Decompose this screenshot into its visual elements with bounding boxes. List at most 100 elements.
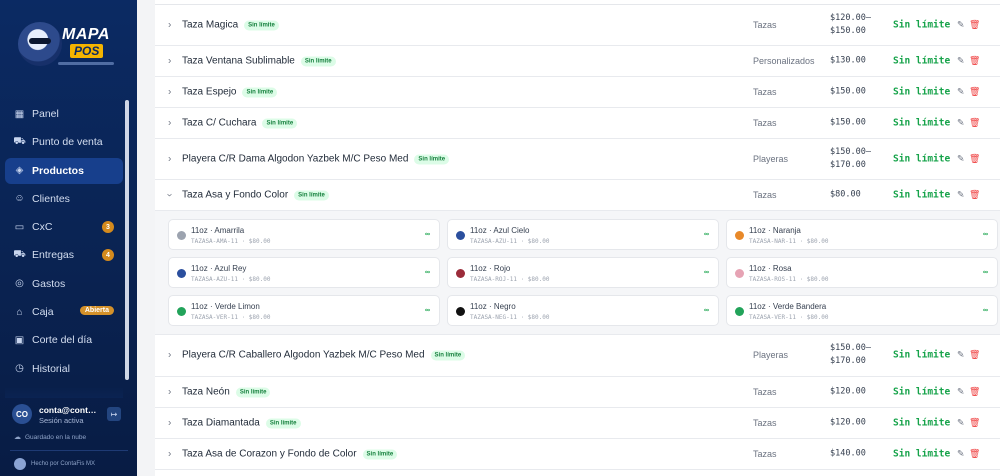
variant-color-swatch: [177, 231, 186, 240]
trash-icon[interactable]: 🗑: [969, 118, 980, 129]
edit-icon[interactable]: ✎: [957, 154, 965, 165]
logo-tagline-bar: [58, 62, 114, 65]
sidebar-divider: [10, 450, 128, 451]
edit-icon[interactable]: ✎: [957, 449, 965, 460]
footer-label: Hecho por ContaFis MX: [31, 461, 96, 467]
product-price: $120.00: [830, 417, 866, 428]
variant-color-swatch: [735, 269, 744, 278]
variant-card[interactable]: 11oz · Naranja TAZASA-NAR-11 · $80.00 ∞: [726, 219, 998, 250]
product-category: Tazas: [753, 449, 777, 459]
nav-fade: [5, 388, 123, 398]
trash-icon[interactable]: 🗑: [969, 56, 980, 67]
product-name-text: Playera C/R Caballero Algodon Yazbek M/C…: [182, 349, 425, 361]
variant-card[interactable]: 11oz · Azul Cielo TAZASA-AZU-11 · $80.00 ∞: [447, 219, 719, 250]
sidebar-item-label: Panel: [32, 108, 59, 120]
sidebar-item-label: Caja: [32, 306, 54, 319]
table-row[interactable]: › Playera C/R Caballero Algodon Yazbek M…: [155, 335, 1000, 377]
trash-icon[interactable]: 🗑: [969, 449, 980, 460]
edit-icon[interactable]: ✎: [957, 87, 965, 98]
variant-card[interactable]: 11oz · Verde Bandera TAZASA-VER-11 · $80.…: [726, 295, 998, 326]
sidebar-item-entregas[interactable]: ⛟ Entregas 4: [5, 242, 123, 268]
product-category: Tazas: [753, 418, 777, 428]
variant-card[interactable]: 11oz · Rosa TAZASA-ROS-11 · $80.00 ∞: [726, 257, 998, 288]
sidebar-item-label: Corte del día: [32, 334, 93, 347]
sidebar-item-corte-del-dia[interactable]: ▣ Corte del día: [5, 327, 123, 353]
trash-icon[interactable]: 🗑: [969, 20, 980, 31]
sidebar-item-panel[interactable]: ▦ Panel: [5, 101, 123, 127]
variant-sku: TAZASA-AMA-11 · $80.00: [191, 238, 271, 245]
table-row[interactable]: › Taza Ventana Sublimable Sin límite Pers…: [155, 46, 1000, 77]
sidebar-scrollbar[interactable]: [125, 100, 129, 380]
table-row[interactable]: › Taza Asa de Corazon y Fondo de Color Si…: [155, 439, 1000, 470]
chevron-right-icon[interactable]: ›: [168, 387, 171, 398]
chevron-right-icon[interactable]: ›: [168, 87, 171, 98]
trash-icon[interactable]: 🗑: [969, 190, 980, 201]
chevron-right-icon[interactable]: ›: [168, 350, 171, 361]
avatar[interactable]: CO: [12, 404, 32, 424]
variant-card[interactable]: 11oz · Azul Rey TAZASA-AZU-11 · $80.00 ∞: [168, 257, 440, 288]
table-row[interactable]: › Playera C/R Dama Algodon Yazbek M/C Pe…: [155, 139, 1000, 180]
table-row[interactable]: › Taza Magica Sin límite Tazas $120.00– $…: [155, 5, 1000, 46]
card-icon: ▭: [14, 221, 25, 233]
chevron-right-icon[interactable]: ›: [168, 20, 171, 31]
chevron-right-icon[interactable]: ›: [168, 449, 171, 460]
variant-stock: ∞: [704, 231, 709, 238]
sidebar-item-clientes[interactable]: ☺ Clientes: [5, 186, 123, 212]
trash-icon[interactable]: 🗑: [969, 154, 980, 165]
table-row[interactable]: › Taza C/ Cuchara Sin límite Tazas $150.0…: [155, 108, 1000, 139]
variant-name: 11oz · Azul Rey: [191, 264, 247, 273]
sidebar-item-caja[interactable]: ⌂ Caja Abierta: [5, 299, 123, 325]
product-price: $150.00– $170.00: [830, 147, 871, 170]
table-row-expanded[interactable]: › Taza Asa y Fondo Color Sin límite Tazas…: [155, 180, 1000, 211]
chevron-down-icon[interactable]: ›: [164, 193, 175, 196]
logout-button[interactable]: ↦: [107, 407, 121, 421]
cloud-sync-status: ☁ Guardado en la nube: [14, 433, 86, 442]
variant-sku: TAZASA-AZU-11 · $80.00: [191, 276, 271, 283]
edit-icon[interactable]: ✎: [957, 20, 965, 31]
users-icon: ☺: [14, 193, 25, 205]
product-category: Tazas: [753, 87, 777, 97]
variant-card[interactable]: 11oz · Negro TAZASA-NEG-11 · $80.00 ∞: [447, 295, 719, 326]
trash-icon[interactable]: 🗑: [969, 87, 980, 98]
product-stock: Sin límite: [893, 417, 951, 429]
product-name: Taza C/ Cuchara Sin límite: [182, 118, 298, 129]
product-name-text: Taza Magica: [182, 19, 239, 31]
edit-icon[interactable]: ✎: [957, 56, 965, 67]
edit-icon[interactable]: ✎: [957, 418, 965, 429]
variant-stock: ∞: [983, 307, 988, 314]
money-icon: ◎: [15, 278, 24, 290]
chevron-right-icon[interactable]: ›: [168, 118, 171, 129]
trash-icon[interactable]: 🗑: [969, 387, 980, 398]
table-row[interactable]: › Taza Espejo Sin límite Tazas $150.00 Si…: [155, 77, 1000, 108]
chevron-right-icon[interactable]: ›: [168, 154, 171, 165]
sidebar-nav: ▦ Panel ⛟ Punto de venta ◈ Productos ☺ Clien…: [5, 101, 123, 384]
product-price: $80.00: [830, 189, 861, 200]
product-category: Personalizados: [753, 56, 815, 66]
app-logo[interactable]: MAPA POS: [18, 18, 114, 74]
product-stock: Sin límite: [893, 349, 951, 361]
product-list: › Taza Magica Sin límite Tazas $120.00– $…: [155, 0, 1000, 476]
table-row[interactable]: › Taza Diamantada Sin límite Tazas $120.0…: [155, 408, 1000, 439]
edit-icon[interactable]: ✎: [957, 350, 965, 361]
product-name: Taza Ventana Sublimable Sin límite: [182, 56, 336, 67]
chevron-right-icon[interactable]: ›: [168, 418, 171, 429]
table-row[interactable]: › Taza Neón Sin límite Tazas $120.00 Sin …: [155, 377, 1000, 408]
trash-icon[interactable]: 🗑: [969, 350, 980, 361]
edit-icon[interactable]: ✎: [957, 190, 965, 201]
edit-icon[interactable]: ✎: [957, 387, 965, 398]
variant-card[interactable]: 11oz · Verde Limon TAZASA-VER-11 · $80.00…: [168, 295, 440, 326]
sidebar-item-productos[interactable]: ◈ Productos: [5, 157, 123, 184]
product-name: Taza Asa de Corazon y Fondo de Color Sin …: [182, 449, 398, 460]
sidebar-item-cxc[interactable]: ▭ CxC 3: [5, 214, 123, 240]
edit-icon[interactable]: ✎: [957, 118, 965, 129]
variant-card[interactable]: 11oz · Amarrila TAZASA-AMA-11 · $80.00 ∞: [168, 219, 440, 250]
sidebar-item-gastos[interactable]: ◎ Gastos: [5, 271, 123, 297]
product-name-text: Taza Espejo: [182, 86, 237, 98]
sidebar-item-historial[interactable]: ◷ Historial: [5, 356, 123, 382]
chevron-right-icon[interactable]: ›: [168, 56, 171, 67]
stock-pill: Sin límite: [244, 20, 279, 31]
trash-icon[interactable]: 🗑: [969, 418, 980, 429]
product-price: $120.00– $150.00: [830, 13, 871, 36]
sidebar-item-punto-de-venta[interactable]: ⛟ Punto de venta: [5, 129, 123, 155]
variant-card[interactable]: 11oz · Rojo TAZASA-ROJ-11 · $80.00 ∞: [447, 257, 719, 288]
